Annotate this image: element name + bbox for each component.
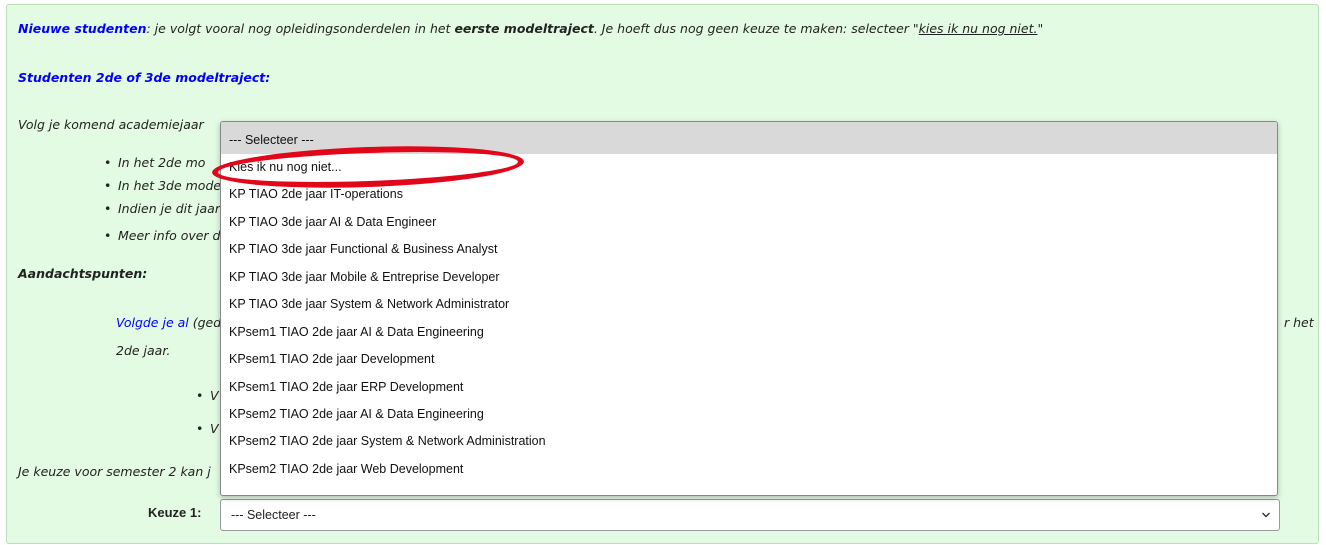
section-heading-2-3: Studenten 2de of 3de modeltraject:	[18, 70, 270, 85]
aandachtspunten-heading: Aandachtspunten:	[18, 266, 147, 281]
dropdown-option[interactable]: KP TIAO 3de jaar AI & Data Engineer	[221, 209, 1277, 236]
keuze-1-select[interactable]: --- Selecteer ---	[220, 499, 1280, 531]
select-value: --- Selecteer ---	[231, 508, 316, 522]
aandacht-sub-bullets: V V	[196, 388, 219, 444]
aandachtspunten-text: Aandachtspunten:	[18, 266, 148, 281]
aandacht-paragraph: Volgde je al (ged	[116, 315, 221, 330]
section-heading-text: Studenten 2de of 3de modeltraject:	[18, 70, 271, 85]
new-students-text-2: . Je hoeft dus nog geen keuze te maken: …	[593, 21, 919, 36]
chevron-down-icon	[1262, 512, 1270, 518]
modeltraject-bullets: In het 2de mo In het 3de mode Indien je …	[104, 155, 221, 251]
follow-paragraph: Volg je komend academiejaar	[18, 117, 204, 132]
dropdown-option[interactable]: KPsem2 TIAO 2de jaar AI & Data Engineeri…	[221, 401, 1277, 428]
quote-close: "	[1037, 21, 1044, 36]
new-students-text: : je volgt vooral nog opleidingsonderdel…	[146, 21, 455, 36]
eerste-modeltraject-text: eerste modeltraject	[454, 21, 594, 36]
aandacht-paragraph-end: r het	[1284, 315, 1314, 330]
dropdown-option[interactable]: KPsem2 TIAO 2de jaar System & Network Ad…	[221, 428, 1277, 455]
dropdown-option[interactable]: KPsem1 TIAO 2de jaar ERP Development	[221, 374, 1277, 401]
sub-bullet-item: V	[196, 421, 219, 444]
sub-bullet-item: V	[196, 388, 219, 421]
new-students-paragraph: Nieuwe studenten: je volgt vooral nog op…	[18, 21, 1043, 36]
bullet-item: In het 2de mo	[104, 155, 221, 178]
aandacht-blue-text: Volgde je al	[116, 315, 189, 330]
aandacht-text: (ged	[192, 315, 222, 330]
dropdown-option[interactable]: KPsem1 TIAO 2de jaar Development	[221, 346, 1277, 373]
new-students-label: Nieuwe studenten	[18, 21, 147, 36]
dropdown-option[interactable]: KPsem2 TIAO 2de jaar Web Development	[221, 456, 1277, 483]
dropdown-option[interactable]: KP TIAO 3de jaar Mobile & Entreprise Dev…	[221, 264, 1277, 291]
bullet-item: In het 3de mode	[104, 178, 221, 201]
dropdown-option[interactable]: KP TIAO 3de jaar System & Network Admini…	[221, 291, 1277, 318]
dropdown-option[interactable]: KP TIAO 3de jaar Functional & Business A…	[221, 236, 1277, 263]
aandacht-paragraph-line2: 2de jaar.	[116, 343, 171, 358]
keuze-1-label: Keuze 1:	[148, 505, 202, 520]
kies-ik-nu-nog-niet-link[interactable]: kies ik nu nog niet.	[919, 21, 1038, 36]
dropdown-option[interactable]: KPsem1 TIAO 2de jaar AI & Data Engineeri…	[221, 319, 1277, 346]
semester-paragraph: Je keuze voor semester 2 kan j	[18, 464, 211, 479]
bullet-item: Indien je dit jaar	[104, 201, 221, 224]
bullet-item: Meer info over d	[104, 228, 221, 251]
